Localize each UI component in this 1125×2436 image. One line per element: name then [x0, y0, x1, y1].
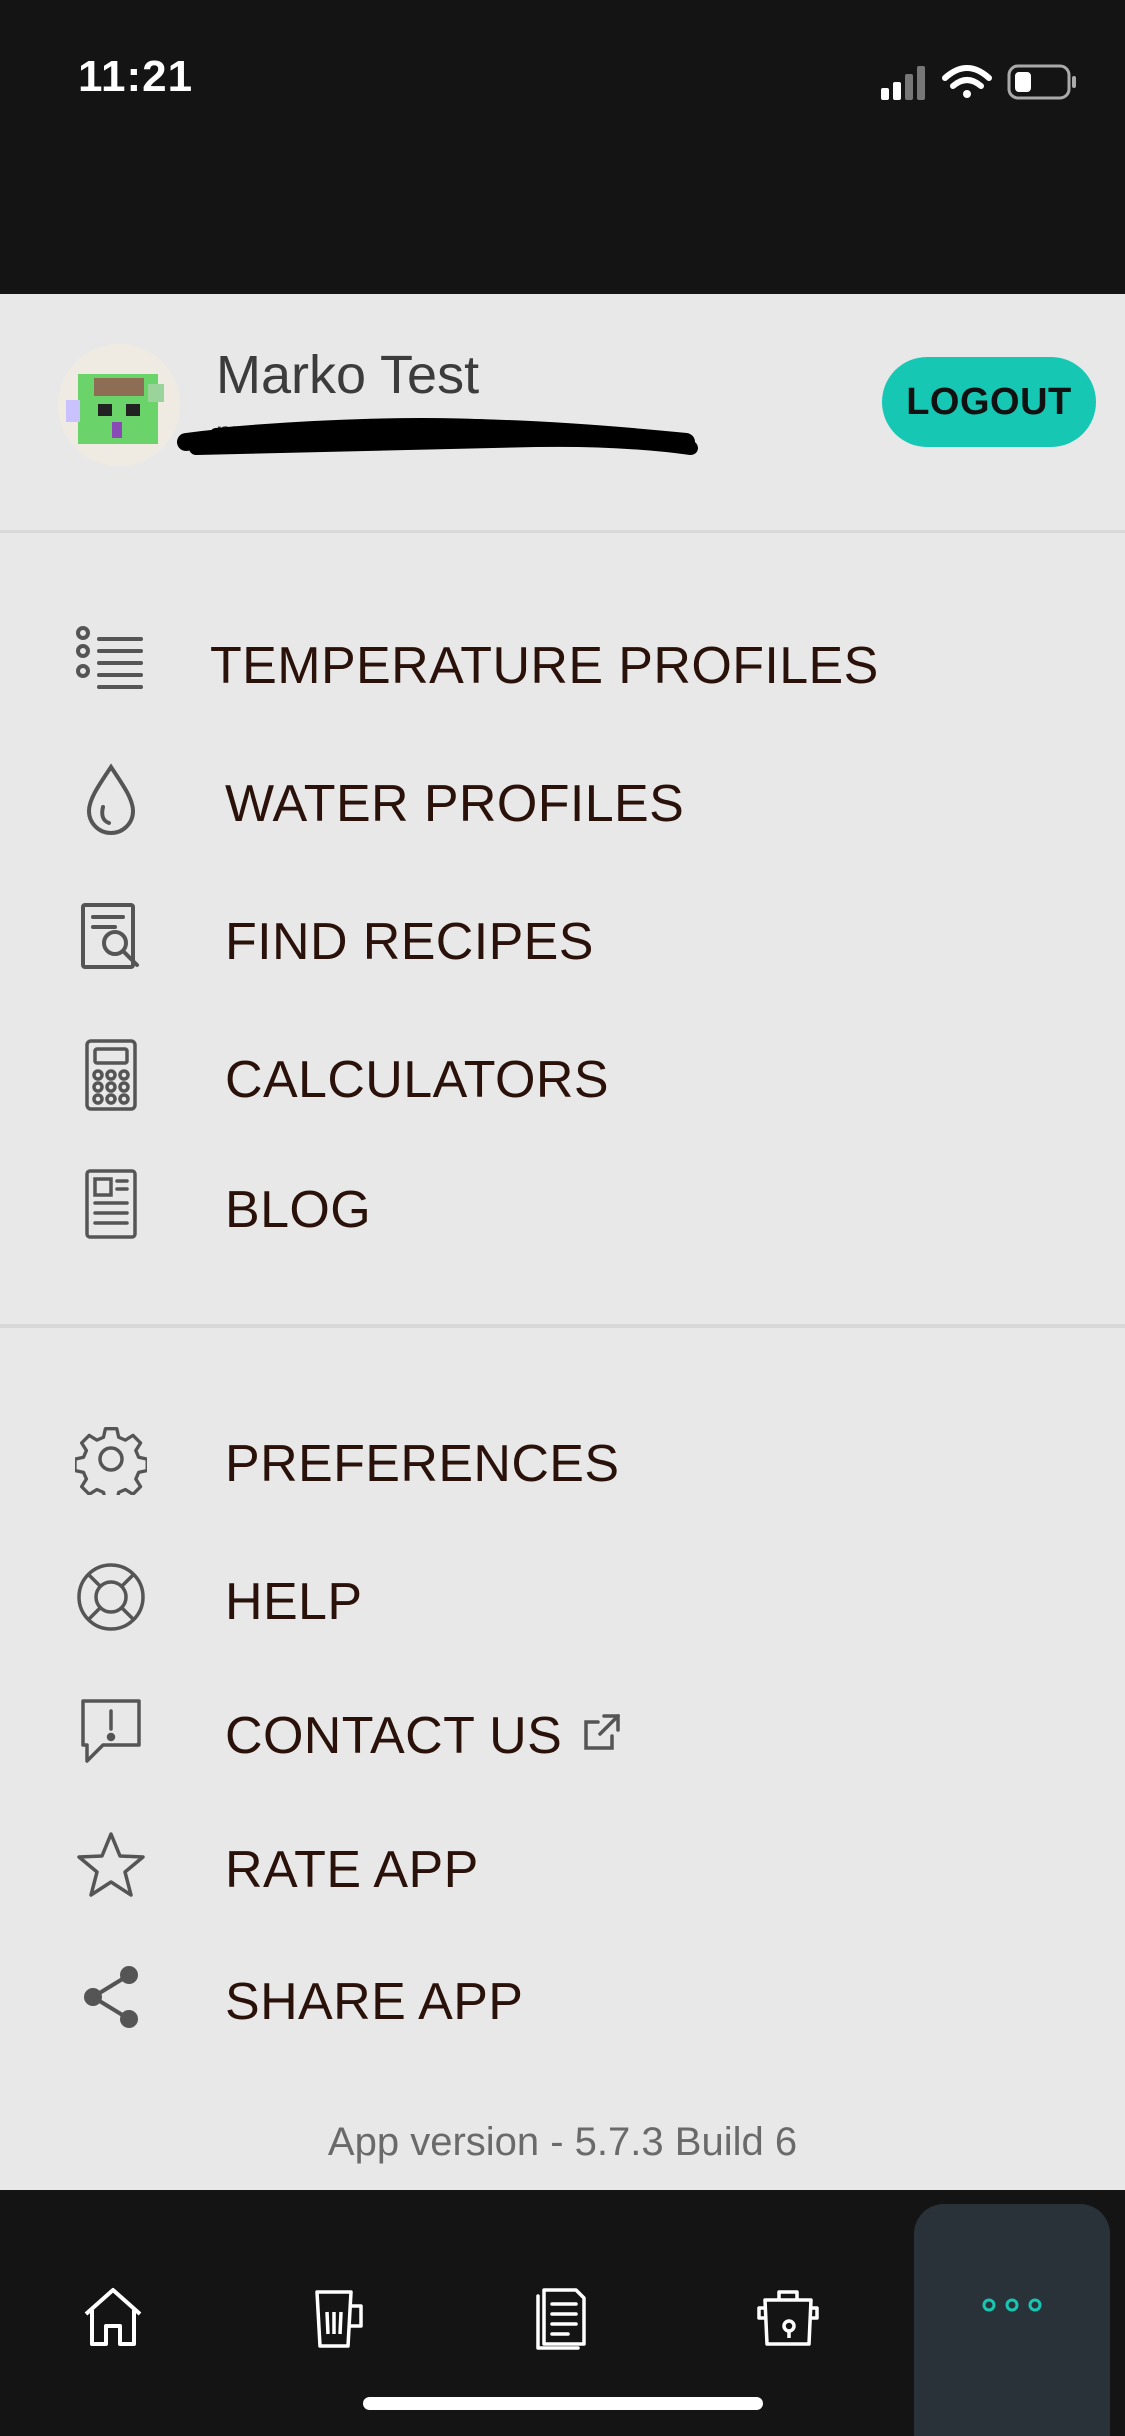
- side-menu: Marko Test m m LOGOUT TEMPERATURE PROFIL…: [0, 294, 1125, 2190]
- menu-item-preferences[interactable]: PREFERENCES: [0, 1404, 1125, 1514]
- app-version: App version - 5.7.3 Build 6: [327, 2120, 798, 2164]
- beer-glass-icon: [314, 2290, 363, 2348]
- menu-label: CONTACT US: [225, 1707, 563, 1765]
- user-name: Marko Test: [216, 345, 480, 405]
- more-dots-icon: [982, 2298, 1042, 2312]
- brew-kettle-icon: [756, 2290, 819, 2346]
- menu-label: BLOG: [225, 1181, 372, 1239]
- menu-item-calculators[interactable]: CALCULATORS: [0, 1020, 1125, 1130]
- status-time: 11:21: [78, 52, 194, 101]
- external-link-icon: [584, 1714, 620, 1750]
- share-icon: [68, 1962, 154, 2032]
- menu-item-find-recipes[interactable]: FIND RECIPES: [0, 882, 1125, 992]
- menu-label: SHARE APP: [225, 1973, 524, 2031]
- menu-item-share-app[interactable]: SHARE APP: [0, 1942, 1125, 2052]
- menu-label: RATE APP: [225, 1841, 479, 1899]
- list-icon: [68, 626, 154, 696]
- menu-label: FIND RECIPES: [225, 913, 594, 971]
- tab-more[interactable]: [914, 2204, 1110, 2436]
- water-drop-icon: [68, 763, 154, 835]
- cellular-signal-icon: [881, 66, 925, 100]
- home-icon: [84, 2288, 141, 2346]
- menu-label: CALCULATORS: [225, 1051, 609, 1109]
- status-bar: 11:21: [0, 0, 1125, 294]
- menu-item-blog[interactable]: BLOG: [0, 1150, 1125, 1260]
- menu-label: HELP: [225, 1573, 363, 1631]
- star-icon: [68, 1830, 154, 1900]
- menu-divider: [0, 1324, 1125, 1328]
- gear-icon: [68, 1424, 154, 1495]
- home-indicator: [363, 2397, 763, 2410]
- menu-item-water-profiles[interactable]: WATER PROFILES: [0, 744, 1125, 854]
- logout-button[interactable]: LOGOUT: [882, 357, 1096, 447]
- status-icons: [869, 60, 1089, 104]
- lifebuoy-icon: [68, 1562, 154, 1632]
- menu-item-contact-us[interactable]: CONTACT US: [0, 1676, 1125, 1786]
- menu-item-rate-app[interactable]: RATE APP: [0, 1810, 1125, 1920]
- menu-item-help[interactable]: HELP: [0, 1542, 1125, 1652]
- calculator-icon: [68, 1039, 154, 1111]
- chat-alert-icon: [68, 1696, 154, 1766]
- menu-label: TEMPERATURE PROFILES: [210, 637, 879, 695]
- profile-header: Marko Test m m LOGOUT: [0, 294, 1125, 533]
- menu-label: PREFERENCES: [225, 1435, 620, 1493]
- wifi-icon: [942, 65, 992, 98]
- recipe-search-icon: [68, 902, 154, 972]
- document-list-icon: [535, 2288, 586, 2350]
- newspaper-icon: [68, 1169, 154, 1240]
- menu-item-temperature-profiles[interactable]: TEMPERATURE PROFILES: [0, 606, 1125, 716]
- redaction-scribble: [177, 418, 698, 455]
- avatar[interactable]: [58, 344, 180, 466]
- bottom-tab-bar: [0, 2190, 1125, 2436]
- menu-label: WATER PROFILES: [225, 775, 685, 833]
- battery-icon: [1007, 64, 1076, 100]
- tab-home[interactable]: [0, 2190, 225, 2436]
